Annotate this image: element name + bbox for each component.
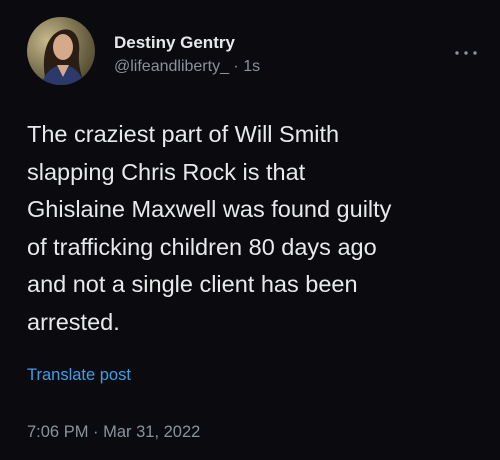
tweet-text: The craziest part of Will Smith slapping… xyxy=(27,121,392,335)
relative-time[interactable]: 1s xyxy=(243,58,260,75)
more-options-icon[interactable] xyxy=(454,44,478,55)
avatar[interactable] xyxy=(27,17,95,85)
handle-row: @lifeandliberty_ · 1s xyxy=(114,57,260,77)
separator: · xyxy=(233,58,239,75)
tweet: Destiny Gentry @lifeandliberty_ · 1s The… xyxy=(0,0,500,460)
handle[interactable]: @lifeandliberty_ xyxy=(114,58,229,75)
tweet-timestamp[interactable]: 7:06 PM · Mar 31, 2022 xyxy=(27,423,200,442)
translate-post-link[interactable]: Translate post xyxy=(27,366,131,385)
author-block: Destiny Gentry @lifeandliberty_ · 1s xyxy=(114,33,260,77)
display-name[interactable]: Destiny Gentry xyxy=(114,33,260,53)
